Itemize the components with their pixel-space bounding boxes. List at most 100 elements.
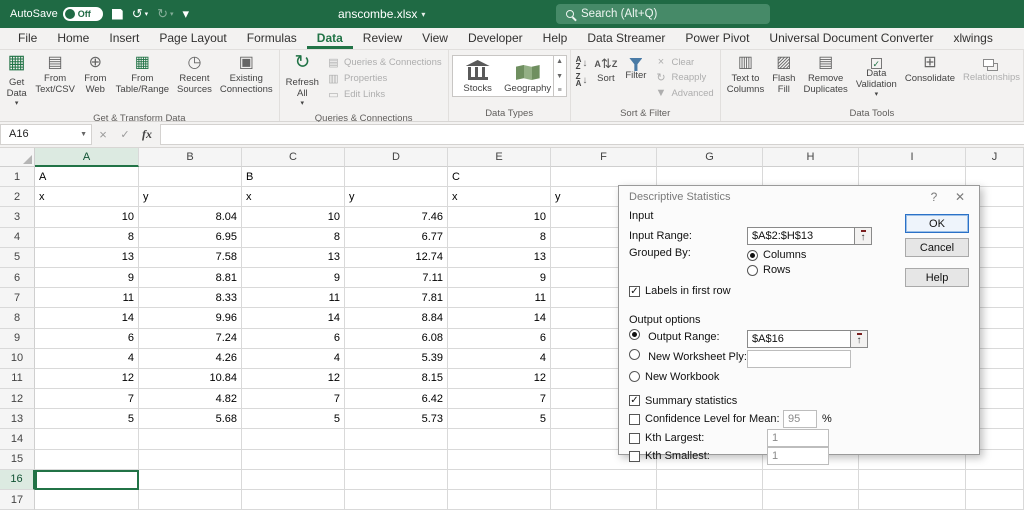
grouped-by-columns-radio[interactable]: Columns: [747, 248, 806, 262]
cell-C13[interactable]: 5: [242, 409, 345, 429]
cell-A7[interactable]: 11: [35, 288, 139, 308]
cell-A6[interactable]: 9: [35, 268, 139, 288]
cell-E13[interactable]: 5: [448, 409, 551, 429]
cell-B9[interactable]: 7.24: [139, 329, 242, 349]
input-range-picker-button[interactable]: [855, 227, 872, 245]
cell-A4[interactable]: 8: [35, 228, 139, 248]
cell-B2[interactable]: y: [139, 187, 242, 207]
advanced-filter-button[interactable]: ▼ Advanced: [651, 86, 716, 100]
row-header-4[interactable]: 4: [0, 228, 35, 248]
cell-B10[interactable]: 4.26: [139, 349, 242, 369]
column-header-A[interactable]: A: [35, 148, 139, 167]
cell-H16[interactable]: [763, 470, 859, 490]
cell-C4[interactable]: 8: [242, 228, 345, 248]
filter-button[interactable]: Filter: [622, 52, 649, 84]
geography-button[interactable]: Geography: [503, 56, 553, 96]
kth-smallest-checkbox[interactable]: [629, 451, 640, 462]
ribbon-tab-page-layout[interactable]: Page Layout: [149, 28, 236, 49]
ribbon-tab-formulas[interactable]: Formulas: [237, 28, 307, 49]
cancel-button[interactable]: Cancel: [905, 238, 969, 257]
cell-E14[interactable]: [448, 429, 551, 449]
row-header-14[interactable]: 14: [0, 429, 35, 449]
remove-duplicates-button[interactable]: ▤ Remove Duplicates: [800, 52, 850, 97]
clear-filter-button[interactable]: × Clear: [651, 55, 716, 69]
ribbon-tab-home[interactable]: Home: [47, 28, 99, 49]
confidence-level-field[interactable]: 95: [783, 410, 817, 428]
row-header-16[interactable]: 16: [0, 470, 35, 490]
output-range-field[interactable]: $A$16: [747, 330, 851, 348]
confidence-level-checkbox[interactable]: [629, 414, 640, 425]
cell-E11[interactable]: 12: [448, 369, 551, 389]
ribbon-tab-power-pivot[interactable]: Power Pivot: [675, 28, 759, 49]
ok-button[interactable]: OK: [905, 214, 969, 233]
cell-G17[interactable]: [657, 490, 763, 510]
cell-G16[interactable]: [657, 470, 763, 490]
cell-C10[interactable]: 4: [242, 349, 345, 369]
column-header-H[interactable]: H: [763, 148, 859, 167]
gallery-more-icon[interactable]: ≡: [558, 87, 562, 94]
customize-quick-access-toolbar-button[interactable]: ▾: [183, 6, 190, 22]
cell-A1[interactable]: A: [35, 167, 139, 187]
dialog-close-icon[interactable]: ✕: [947, 190, 973, 204]
new-worksheet-field[interactable]: [747, 350, 851, 368]
cell-E17[interactable]: [448, 490, 551, 510]
cell-E10[interactable]: 4: [448, 349, 551, 369]
text-to-columns-button[interactable]: ▥ Text to Columns: [724, 52, 768, 97]
get-data-button[interactable]: ▦ Get Data: [3, 52, 30, 112]
cell-A8[interactable]: 14: [35, 308, 139, 328]
cell-D17[interactable]: [345, 490, 448, 510]
cell-C5[interactable]: 13: [242, 248, 345, 268]
flash-fill-button[interactable]: ▨ Flash Fill: [769, 52, 798, 97]
data-validation-button[interactable]: ✓ Data Validation: [853, 52, 900, 103]
title-dropdown-icon[interactable]: ▾: [421, 10, 425, 19]
sort-button[interactable]: A⇅Z Sort: [591, 52, 620, 87]
cell-B6[interactable]: 8.81: [139, 268, 242, 288]
formula-input[interactable]: [160, 124, 1024, 145]
cell-A5[interactable]: 13: [35, 248, 139, 268]
ribbon-tab-xlwings[interactable]: xlwings: [943, 28, 1002, 49]
insert-function-button[interactable]: fx: [136, 127, 158, 142]
kth-smallest-field[interactable]: 1: [767, 447, 829, 465]
save-button[interactable]: [112, 9, 123, 20]
autosave-switch[interactable]: Off: [63, 7, 103, 21]
output-range-radio[interactable]: Output Range:: [629, 329, 747, 349]
cell-A11[interactable]: 12: [35, 369, 139, 389]
help-button[interactable]: Help: [905, 268, 969, 287]
cell-D11[interactable]: 8.15: [345, 369, 448, 389]
ribbon-tab-data[interactable]: Data: [307, 28, 353, 49]
ribbon-tab-help[interactable]: Help: [533, 28, 578, 49]
cell-E5[interactable]: 13: [448, 248, 551, 268]
kth-largest-field[interactable]: 1: [767, 429, 829, 447]
from-table-range-button[interactable]: ▦ From Table/Range: [113, 52, 172, 97]
ribbon-tab-review[interactable]: Review: [353, 28, 412, 49]
row-header-2[interactable]: 2: [0, 187, 35, 207]
name-box[interactable]: A16 ▼: [0, 124, 92, 145]
summary-statistics-checkbox[interactable]: [629, 395, 640, 406]
cell-C14[interactable]: [242, 429, 345, 449]
relationships-button[interactable]: Relationships: [960, 52, 1020, 86]
cell-D3[interactable]: 7.46: [345, 207, 448, 227]
cell-A9[interactable]: 6: [35, 329, 139, 349]
cell-J16[interactable]: [966, 470, 1024, 490]
properties-button[interactable]: ▥ Properties: [324, 71, 445, 86]
ribbon-tab-universal-document-converter[interactable]: Universal Document Converter: [759, 28, 943, 49]
from-text-csv-button[interactable]: ▤ From Text/CSV: [32, 52, 78, 97]
gallery-down-icon[interactable]: ▼: [556, 73, 563, 80]
cell-B14[interactable]: [139, 429, 242, 449]
cell-D9[interactable]: 6.08: [345, 329, 448, 349]
cell-D16[interactable]: [345, 470, 448, 490]
ribbon-tab-data-streamer[interactable]: Data Streamer: [577, 28, 675, 49]
column-header-F[interactable]: F: [551, 148, 657, 167]
queries-connections-button[interactable]: ▤ Queries & Connections: [324, 55, 445, 70]
cell-C8[interactable]: 14: [242, 308, 345, 328]
cell-C17[interactable]: [242, 490, 345, 510]
row-header-10[interactable]: 10: [0, 349, 35, 369]
cell-E4[interactable]: 8: [448, 228, 551, 248]
cell-C16[interactable]: [242, 470, 345, 490]
cell-B7[interactable]: 8.33: [139, 288, 242, 308]
cell-A15[interactable]: [35, 450, 139, 470]
cancel-entry-button[interactable]: [92, 127, 114, 142]
cell-E8[interactable]: 14: [448, 308, 551, 328]
cell-I16[interactable]: [859, 470, 966, 490]
cell-B17[interactable]: [139, 490, 242, 510]
